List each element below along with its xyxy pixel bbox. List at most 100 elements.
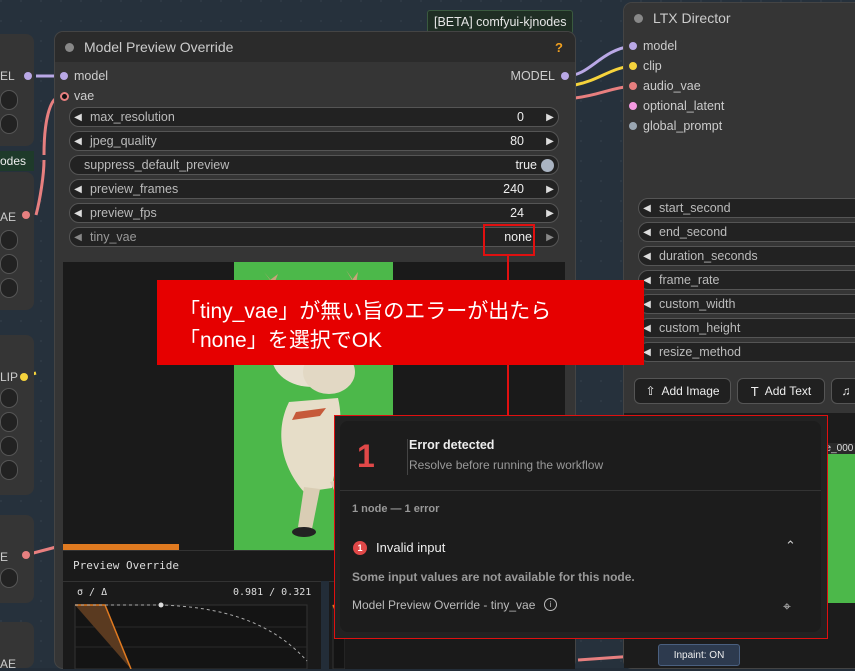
help-icon[interactable]: ? [555,40,563,55]
toggle-knob-icon[interactable] [541,158,554,172]
left-node-1[interactable]: EL [0,34,34,146]
widget-label: preview_frames [90,182,179,196]
left-widget[interactable] [0,460,18,480]
widget-label: custom_height [659,321,741,335]
left-widget[interactable] [0,388,18,408]
input-list: model clip audio_vae optional_latent glo… [624,33,855,183]
left-node-4[interactable]: E [0,515,34,603]
vae-input-slot[interactable] [60,92,69,101]
duration-seconds-widget[interactable]: ◀ duration_seconds [638,246,855,266]
frame-rate-widget[interactable]: ◀ frame_rate [638,270,855,290]
widget-value: 0 [517,110,524,124]
node-title: LTX Director [653,10,731,26]
decrement-arrow-icon[interactable]: ◀ [639,251,655,262]
widget-value: 24 [510,206,524,220]
vae-output-label: AE [0,210,17,224]
increment-arrow-icon[interactable]: ▶ [542,232,558,243]
collapse-dot-icon[interactable] [65,42,74,52]
left-widget[interactable] [0,412,18,432]
annotation-line-2: 「none」を選択でOK [179,329,383,352]
vae-output-slot[interactable] [22,211,30,219]
sigma-curve [74,602,308,669]
increment-arrow-icon[interactable]: ▶ [542,112,558,123]
clip-output-slot[interactable] [20,373,28,381]
error-item-source[interactable]: Model Preview Override - tiny_vae [352,598,535,612]
increment-arrow-icon[interactable]: ▶ [542,136,558,147]
widget-label: frame_rate [659,273,720,287]
jpeg-quality-widget[interactable]: ◀ jpeg_quality 80 ▶ [69,131,559,151]
max-resolution-widget[interactable]: ◀ max_resolution 0 ▶ [69,107,559,127]
increment-arrow-icon[interactable]: ▶ [542,208,558,219]
suppress-default-preview-toggle[interactable]: suppress_default_preview true [69,155,559,175]
error-summary: 1 node — 1 error [352,503,440,515]
left-node-3[interactable]: LIP [0,335,34,495]
decrement-arrow-icon[interactable]: ◀ [70,136,86,147]
audio-vae-input-slot[interactable] [629,82,637,90]
start-second-widget[interactable]: ◀ start_second [638,198,855,218]
collapse-dot-icon[interactable] [634,13,643,23]
left-widget[interactable] [0,568,18,588]
model-input-label: model [74,69,109,83]
highlight-box [483,224,535,256]
add-image-button[interactable]: ⇧ Add Image [634,378,731,404]
e-output-slot[interactable] [22,551,30,559]
model-input-slot[interactable] [629,42,637,50]
increment-arrow-icon[interactable]: ▶ [542,184,558,195]
chevron-up-icon[interactable]: ⌃ [785,538,796,554]
left-node-5[interactable]: AE [0,622,34,671]
decrement-arrow-icon[interactable]: ◀ [70,184,86,195]
input-label: clip [643,59,662,73]
info-icon[interactable]: i [544,598,557,611]
node-title-bar[interactable]: Model Preview Override ? [55,32,575,62]
model-output-slot[interactable] [24,72,32,80]
panel-divider [321,581,329,669]
clip-input-slot[interactable] [629,62,637,70]
left-widget[interactable] [0,436,18,456]
widget-label: max_resolution [90,110,175,124]
error-title: Error detected [409,438,495,452]
global-prompt-input-slot[interactable] [629,122,637,130]
end-second-widget[interactable]: ◀ end_second [638,222,855,242]
e-output-label: E [0,550,9,564]
add-text-button[interactable]: T Add Text [737,378,825,404]
left-group-label: odes [0,151,34,171]
error-badge: 1 [353,541,367,555]
left-widget[interactable] [0,254,18,274]
decrement-arrow-icon[interactable]: ◀ [639,227,655,238]
widget-value: 240 [503,182,524,196]
model-output-slot[interactable] [561,72,569,80]
model-output-label: EL [0,69,15,83]
decrement-arrow-icon[interactable]: ◀ [639,203,655,214]
beta-badge: [BETA] comfyui-kjnodes [427,10,574,34]
input-label: audio_vae [643,79,701,93]
custom-width-widget[interactable]: ◀ custom_width [638,294,855,314]
annotation-callout: 「tiny_vae」が無い旨のエラーが出たら 「none」を選択でOK [157,280,644,365]
widget-label: duration_seconds [659,249,758,263]
locate-crosshair-icon[interactable]: ⌖ [783,598,791,615]
sigma-chart: σ / Δ 0.981 / 0.321 [71,587,321,669]
text-icon: T [750,383,759,399]
custom-height-widget[interactable]: ◀ custom_height [638,318,855,338]
left-node-2[interactable]: AE [0,172,34,310]
inpaint-badge[interactable]: Inpaint: ON [658,644,740,666]
ae-output-label: AE [0,657,17,671]
add-text-label: Add Text [764,384,812,398]
model-input-slot[interactable] [60,72,68,80]
left-widget[interactable] [0,278,18,298]
decrement-arrow-icon[interactable]: ◀ [70,232,86,243]
resize-method-widget[interactable]: ◀ resize_method [638,342,855,362]
input-label: optional_latent [643,99,725,113]
left-widget[interactable] [0,230,18,250]
decrement-arrow-icon[interactable]: ◀ [70,112,86,123]
music-icon: ♫ [841,384,851,398]
annotation-line-1: 「tiny_vae」が無い旨のエラーが出たら [179,300,552,323]
decrement-arrow-icon[interactable]: ◀ [70,208,86,219]
optional-latent-input-slot[interactable] [629,102,637,110]
add-audio-button[interactable]: ♫ [831,378,855,404]
left-widget[interactable] [0,114,18,134]
preview-frames-widget[interactable]: ◀ preview_frames 240 ▶ [69,179,559,199]
preview-fps-widget[interactable]: ◀ preview_fps 24 ▶ [69,203,559,223]
error-subtitle: Resolve before running the workflow [409,458,604,472]
node-title-bar[interactable]: LTX Director [624,3,855,33]
left-widget[interactable] [0,90,18,110]
